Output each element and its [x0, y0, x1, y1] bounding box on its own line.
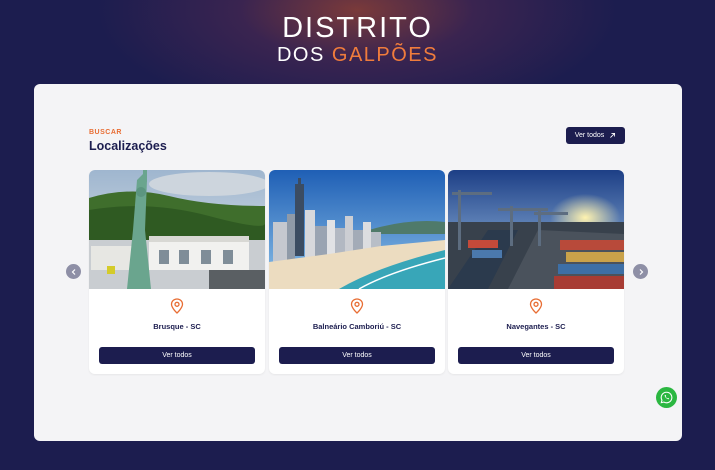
- carousel-prev-button[interactable]: [66, 264, 81, 279]
- location-card-balneario-camboriu[interactable]: Balneário Camboriú - SC Ver todos: [269, 170, 445, 374]
- location-name: Brusque - SC: [153, 322, 201, 331]
- see-all-label: Ver todos: [574, 132, 605, 139]
- location-pin-icon: [529, 298, 543, 314]
- location-image-balneario-camboriu: [269, 170, 445, 289]
- location-image-navegantes: [448, 170, 624, 289]
- location-name: Navegantes - SC: [506, 322, 566, 331]
- see-all-button-balneario-camboriu[interactable]: Ver todos: [279, 347, 435, 364]
- location-card-brusque[interactable]: Brusque - SC Ver todos: [89, 170, 265, 374]
- chevron-left-icon: [71, 268, 75, 275]
- whatsapp-icon: [660, 391, 673, 404]
- location-name: Balneário Camboriú - SC: [312, 322, 402, 331]
- whatsapp-button[interactable]: [656, 387, 677, 408]
- section-title: Localizações: [89, 139, 167, 153]
- location-pin-icon: [170, 298, 184, 314]
- carousel-next-button[interactable]: [633, 264, 648, 279]
- chevron-right-icon: [639, 268, 643, 275]
- see-all-button[interactable]: Ver todos: [566, 127, 625, 144]
- logo-line2-a: DOS: [276, 44, 332, 66]
- logo-line2: DOS GALPÕES: [0, 45, 715, 65]
- arrow-up-right-icon: [610, 132, 616, 138]
- location-image-brusque: [89, 170, 265, 289]
- logo-line2-accent: GALPÕES: [331, 44, 438, 66]
- logo-line1: DISTRITO: [282, 12, 433, 44]
- logo: DISTRITO DOS GALPÕES: [0, 12, 715, 66]
- see-all-button-brusque[interactable]: Ver todos: [99, 347, 255, 364]
- location-pin-icon: [350, 298, 364, 314]
- see-all-button-navegantes[interactable]: Ver todos: [458, 347, 614, 364]
- section-eyebrow: BUSCAR: [89, 129, 122, 136]
- locations-panel: BUSCAR Localizações Ver todos Brusque - …: [34, 84, 682, 441]
- location-card-navegantes[interactable]: Navegantes - SC Ver todos: [448, 170, 624, 374]
